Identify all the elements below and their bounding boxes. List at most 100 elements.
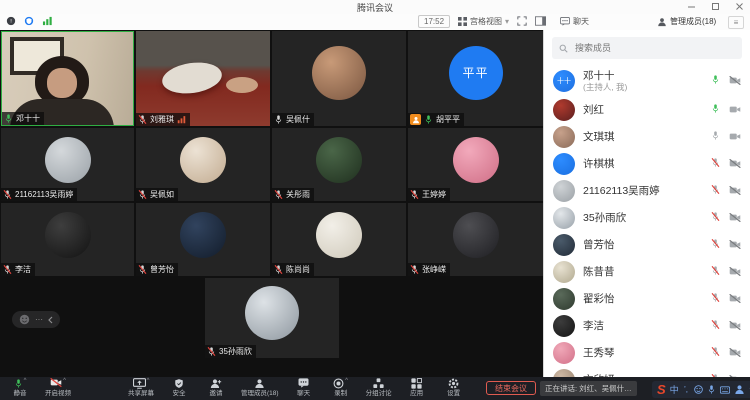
video-tile[interactable]: 刘雅琪 [136, 31, 270, 126]
bottom-control-bar: ^静音^开启视频 ^共享屏幕安全邀请管理成员(18)聊天^录制分组讨论应用设置 … [0, 377, 750, 400]
member-row[interactable]: 曾芳怡 [544, 231, 750, 258]
member-row[interactable]: 十十邓十十(主持人, 我) [544, 66, 750, 96]
camera-icon [729, 294, 741, 303]
member-camera-status [729, 344, 741, 362]
member-name: 翟彩怡 [583, 293, 615, 305]
view-mode-button[interactable]: 宫格视图▾ [458, 16, 509, 27]
video-tile[interactable]: 吴佩如 [136, 128, 270, 201]
member-row[interactable]: 35孙雨欣 [544, 204, 750, 231]
video-tile[interactable]: 陈尚尚 [272, 203, 406, 276]
member-name: 许棋棋 [583, 158, 615, 170]
ime-logo[interactable]: S [657, 383, 666, 396]
member-avatar [553, 153, 575, 175]
member-mic-status [711, 317, 720, 335]
end-meeting-button[interactable]: 结束会议 [486, 381, 536, 395]
avatar [453, 212, 499, 258]
toolbar-label: 共享屏幕 [128, 390, 154, 398]
shield-icon [174, 378, 184, 389]
poor-signal-icon [177, 115, 186, 124]
host-badge [410, 114, 421, 125]
search-input[interactable] [573, 42, 727, 54]
minimize-button[interactable] [687, 2, 696, 11]
toolbar-label: 静音 [14, 390, 27, 398]
member-row[interactable]: 文琪琪 [544, 123, 750, 150]
member-row[interactable]: 刘红 [544, 96, 750, 123]
ime-keyboard-icon[interactable] [720, 386, 730, 394]
toolbar-camera-off-button[interactable]: ^开启视频 [45, 378, 71, 398]
member-row[interactable]: 陈昔昔 [544, 258, 750, 285]
member-avatar [553, 342, 575, 364]
maximize-button[interactable] [711, 2, 720, 11]
video-tile[interactable]: 吴佩什 [272, 31, 406, 126]
close-button[interactable] [735, 2, 744, 11]
fullscreen-button[interactable] [517, 16, 527, 28]
video-tile[interactable]: 王婷婷 [408, 128, 543, 201]
video-tile[interactable]: 张峥嵘 [408, 203, 543, 276]
member-row[interactable]: 文欣妍 [544, 366, 750, 377]
toolbar-chat-button[interactable]: 聊天 [292, 378, 316, 398]
member-camera-status [729, 182, 741, 200]
avatar [453, 137, 499, 183]
ime-voice-icon[interactable] [707, 384, 716, 395]
member-row[interactable]: 李洁 [544, 312, 750, 339]
toolbar-record-button[interactable]: ^录制 [329, 378, 353, 398]
toolbar-shield-button[interactable]: 安全 [167, 378, 191, 398]
mic-icon [3, 264, 12, 275]
mic-icon [711, 103, 720, 114]
video-tile[interactable]: 曾芳怡 [136, 203, 270, 276]
member-avatar [553, 207, 575, 229]
member-avatar [553, 261, 575, 283]
mic-icon [711, 265, 720, 276]
member-row[interactable]: 许棋棋 [544, 150, 750, 177]
video-tile[interactable]: 邓十十 [1, 31, 134, 126]
member-mic-status [711, 128, 720, 146]
tab-members[interactable]: 管理成员(18) [657, 16, 716, 27]
tile-name-label: 张峥嵘 [408, 263, 450, 276]
tab-chat[interactable]: 聊天 [560, 16, 589, 27]
share-screen-icon [133, 378, 146, 389]
video-tile[interactable]: 35孙雨欣 [205, 278, 339, 358]
panel-menu-button[interactable]: ≡ [728, 16, 744, 29]
tile-name-label: 王婷婷 [408, 188, 450, 201]
video-tile[interactable]: 平平胡平平 [408, 31, 543, 126]
tile-name-label: 李洁 [1, 263, 35, 276]
toolbar-breakout-button[interactable]: 分组讨论 [366, 378, 392, 398]
search-box[interactable] [552, 37, 742, 59]
toolbar-members-button[interactable]: 管理成员(18) [241, 378, 279, 398]
toolbar-mic-button[interactable]: ^静音 [8, 378, 32, 398]
speaking-indicator: 正在讲话: 刘红、吴佩什… [540, 381, 637, 396]
video-grid: 邓十十刘雅琪吴佩什平平胡平平 21162113吴雨婷吴佩如关彤雨王婷婷李洁 曾芳怡 陈… [0, 30, 544, 377]
toolbar-settings-button[interactable]: 设置 [442, 378, 466, 398]
member-row[interactable]: 王秀琴 [544, 339, 750, 366]
avatar: 平平 [449, 46, 503, 100]
ime-language-toggle[interactable]: 中 [670, 383, 679, 396]
emoji-reaction-pill[interactable]: ··· [12, 311, 60, 328]
protection-icon[interactable] [24, 16, 34, 28]
video-tile[interactable]: 李洁 [1, 203, 134, 276]
toolbar-share-screen-button[interactable]: ^共享屏幕 [128, 378, 154, 398]
meeting-info-icon[interactable]: ! [6, 16, 16, 28]
toolbar-apps-button[interactable]: 应用 [405, 378, 429, 398]
chevron-left-icon [48, 316, 53, 324]
member-row[interactable]: 21162113吴雨婷 [544, 177, 750, 204]
video-tile[interactable]: 21162113吴雨婷 [1, 128, 134, 201]
toolbar-invite-button[interactable]: 邀请 [204, 378, 228, 398]
mic-icon [711, 292, 720, 303]
member-mic-status [711, 101, 720, 119]
chevron-up-icon: ^ [345, 378, 348, 384]
video-tile[interactable]: 关彤雨 [272, 128, 406, 201]
ime-punctuation-icon[interactable]: ’, [683, 385, 690, 394]
member-camera-status [729, 236, 741, 254]
chevron-up-icon: ^ [63, 378, 66, 384]
ime-emoji-icon[interactable] [694, 385, 703, 394]
member-avatar [553, 126, 575, 148]
member-avatar [553, 234, 575, 256]
layout-button[interactable] [535, 16, 546, 28]
ime-person-icon[interactable] [734, 384, 745, 395]
member-row[interactable]: 翟彩怡 [544, 285, 750, 312]
tile-name-label: 胡平平 [408, 113, 464, 126]
member-name: 刘红 [583, 104, 604, 116]
smiley-icon [19, 314, 30, 325]
toolbar-label: 聊天 [297, 390, 310, 398]
tile-name-label: 曾芳怡 [136, 263, 178, 276]
